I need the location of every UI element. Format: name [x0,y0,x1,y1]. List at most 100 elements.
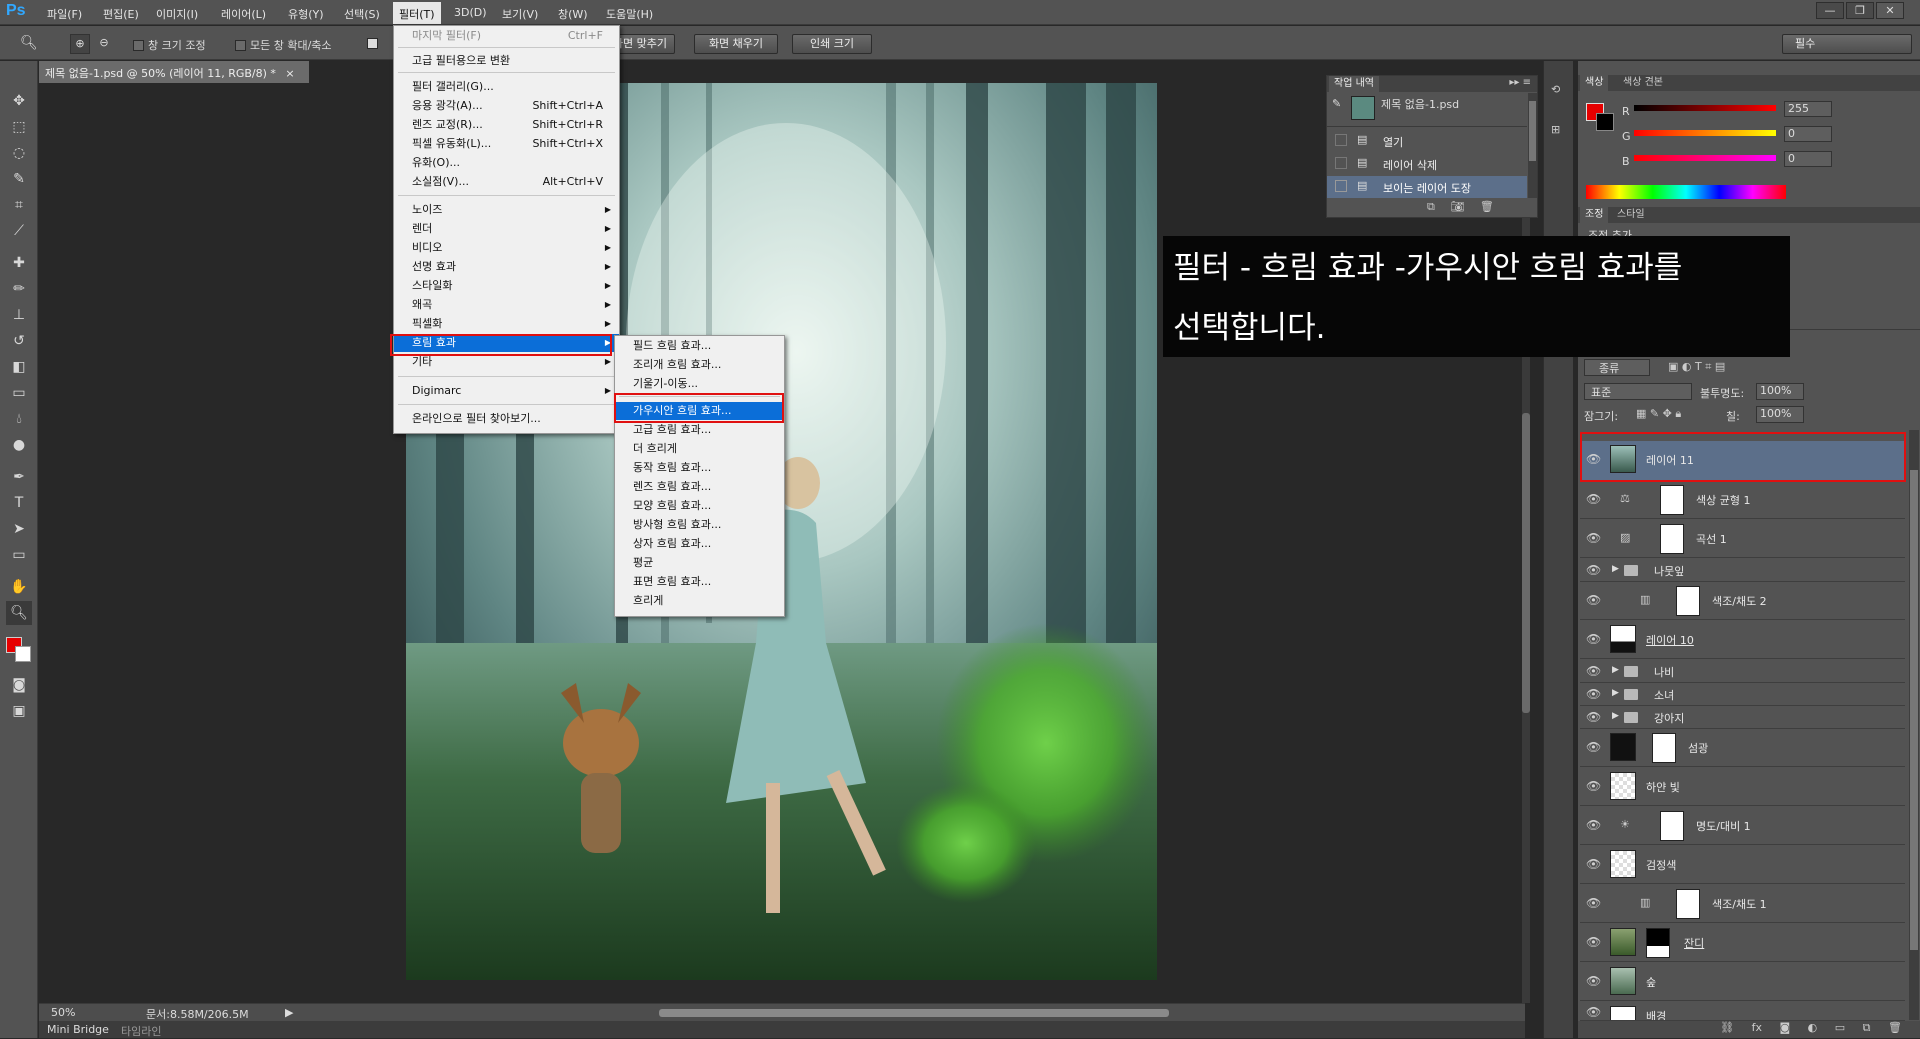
print-size-button[interactable]: 인쇄 크기 [792,34,872,54]
menu-submenu-sharpen[interactable]: 선명 효과 ▶ [394,258,619,276]
history-source-box[interactable] [1335,157,1347,169]
zoom-tool-icon[interactable]: 🔍︎ [20,35,38,51]
fill-field[interactable]: 100% [1756,406,1804,423]
new-document-from-state-icon[interactable]: ⧉ [1427,200,1435,213]
shape-tool-icon[interactable]: ▭ [6,543,32,567]
layers-scroll-thumb[interactable] [1910,470,1918,950]
menu-submenu-video[interactable]: 비디오 ▶ [394,239,619,257]
layer-row[interactable]: 👁︎ 하얀 빛 [1580,768,1905,806]
color-background-swatch[interactable] [1596,113,1614,131]
vertical-scrollbar[interactable] [1522,83,1530,1003]
layer-row[interactable]: 👁︎ 잔디 [1580,924,1905,962]
g-slider[interactable] [1634,130,1776,136]
eye-icon[interactable]: 👁︎ [1586,818,1601,832]
layer-group-row[interactable]: 👁︎ ▶ 나비 [1580,660,1905,683]
document-tab[interactable]: 제목 없음-1.psd @ 50% (레이어 11, RGB/8) * × [39,61,309,83]
status-menu-arrow-icon[interactable]: ▶ [285,1006,293,1019]
tab-mini-bridge[interactable]: Mini Bridge [47,1023,109,1036]
history-state-current[interactable]: ▤ 보이는 레이어 도장 [1327,176,1527,198]
tab-styles[interactable]: 스타일 [1612,207,1650,223]
pen-tool-icon[interactable]: ✒ [6,465,32,489]
brush-tool-icon[interactable]: ✏ [6,277,32,301]
tab-color[interactable]: 색상 [1580,75,1609,91]
menu-window[interactable]: 창(W) [558,6,588,22]
menu-item-motion-blur[interactable]: 동작 흐림 효과... [615,459,784,477]
tab-history[interactable]: 작업 내역 [1329,76,1379,92]
gradient-tool-icon[interactable]: ▭ [6,381,32,405]
menu-item[interactable]: 렌즈 교정(R)... Shift+Ctrl+R [394,116,619,134]
menu-item[interactable]: 필터 갤러리(G)... [394,78,619,96]
opacity-field[interactable]: 100% [1756,383,1804,400]
g-value-field[interactable]: 0 [1784,126,1832,142]
eye-icon[interactable]: 👁︎ [1586,857,1601,871]
r-slider[interactable] [1634,105,1776,111]
layer-group-row[interactable]: 👁︎ ▶ 나뭇잎 [1580,559,1905,582]
eye-icon[interactable]: 👁︎ [1586,593,1601,607]
menu-edit[interactable]: 편집(E) [103,6,139,22]
blend-mode-select[interactable]: 표준 [1584,383,1692,400]
history-state[interactable]: ▤ 열기 [1327,130,1527,152]
tab-timeline[interactable]: 타임라인 [121,1023,161,1039]
clone-stamp-icon[interactable]: ⊥ [6,303,32,327]
path-select-icon[interactable]: ➤ [6,517,32,541]
adjustment-layer-icon[interactable]: ◐ [1808,1021,1818,1034]
restore-button[interactable]: ❐ [1846,2,1874,19]
menu-item[interactable]: 유화(O)... [394,154,619,172]
tab-adjustments[interactable]: 조정 [1580,207,1609,223]
checkbox-box[interactable] [235,40,246,51]
crop-tool-icon[interactable]: ⌗ [6,193,32,217]
menu-select[interactable]: 선택(S) [344,6,380,22]
eye-icon[interactable]: 👁︎ [1586,740,1601,754]
eye-icon[interactable]: 👁︎ [1586,492,1601,506]
expand-arrow-icon[interactable]: ▶ [1612,711,1619,721]
new-layer-icon[interactable]: ⧉ [1863,1021,1871,1034]
color-spectrum-bar[interactable] [1586,185,1786,199]
menu-3d[interactable]: 3D(D) [454,6,487,19]
menu-view[interactable]: 보기(V) [502,6,538,22]
menu-item-radial-blur[interactable]: 방사형 흐림 효과... [615,516,784,534]
eye-icon[interactable]: 👁︎ [1586,1005,1601,1019]
history-source-box[interactable] [1335,134,1347,146]
eye-icon[interactable]: 👁︎ [1586,531,1601,545]
menu-filter[interactable]: 필터(T) [393,2,441,24]
eye-icon[interactable]: 👁︎ [1586,664,1601,678]
b-slider[interactable] [1634,155,1776,161]
menu-item-field-blur[interactable]: 필드 흐림 효과... [615,337,784,355]
close-tab-icon[interactable]: × [285,67,294,80]
menu-item-last-filter[interactable]: 마지막 필터(F) Ctrl+F [394,27,619,45]
zoom-level[interactable]: 50% [51,1006,75,1019]
link-layers-icon[interactable]: ⛓ [1720,1021,1734,1034]
menu-item-smart-blur[interactable]: 고급 흐림 효과... [615,421,784,439]
menu-submenu-stylize[interactable]: 스타일화 ▶ [394,277,619,295]
layer-filter-icons[interactable]: ▣ ◐ T ⌗ ▤ [1668,360,1725,374]
vertical-scroll-thumb[interactable] [1522,413,1530,713]
resize-windows-checkbox[interactable]: 창 크기 조정 [133,37,206,53]
menu-item-convert-smart[interactable]: 고급 필터용으로 변환 [394,52,619,70]
eye-icon[interactable]: 👁︎ [1586,935,1601,949]
screen-mode-icon[interactable]: ▣ [6,699,32,723]
layer-row[interactable]: 👁︎ 검정색 [1580,846,1905,884]
snapshot-brush-icon[interactable]: ✎ [1332,97,1341,110]
menu-item-lens-blur[interactable]: 렌즈 흐림 효과... [615,478,784,496]
layer-row[interactable]: 👁︎ 배경 [1580,1002,1905,1021]
expand-arrow-icon[interactable]: ▶ [1612,688,1619,698]
history-brush-icon[interactable]: ↺ [6,329,32,353]
new-snapshot-icon[interactable]: 📷︎ [1450,200,1464,213]
background-color-swatch[interactable] [15,646,31,662]
menu-item-box-blur[interactable]: 상자 흐림 효과... [615,535,784,553]
eye-icon[interactable]: 👁︎ [1586,632,1601,646]
menu-submenu-render[interactable]: 렌더 ▶ [394,220,619,238]
blur-tool-icon[interactable]: 💧︎ [6,407,32,431]
quick-mask-icon[interactable]: ◙ [6,673,32,697]
menu-file[interactable]: 파일(F) [47,6,82,22]
move-tool-icon[interactable]: ✥ [6,89,32,113]
menu-type[interactable]: 유형(Y) [288,6,324,22]
menu-submenu-pixelate[interactable]: 픽셀화 ▶ [394,315,619,333]
history-state[interactable]: ▤ 레이어 삭제 [1327,153,1527,175]
layer-row[interactable]: 👁︎ 숲 [1580,963,1905,1001]
trash-icon[interactable]: 🗑︎ [1888,1021,1902,1034]
quick-select-tool-icon[interactable]: ✎ [6,167,32,191]
lock-icons[interactable]: ▦ ✎ ✥ 🔒︎ [1636,407,1681,421]
layer-row[interactable]: 👁︎ 섬광 [1580,729,1905,767]
marquee-tool-icon[interactable]: ⬚ [6,115,32,139]
